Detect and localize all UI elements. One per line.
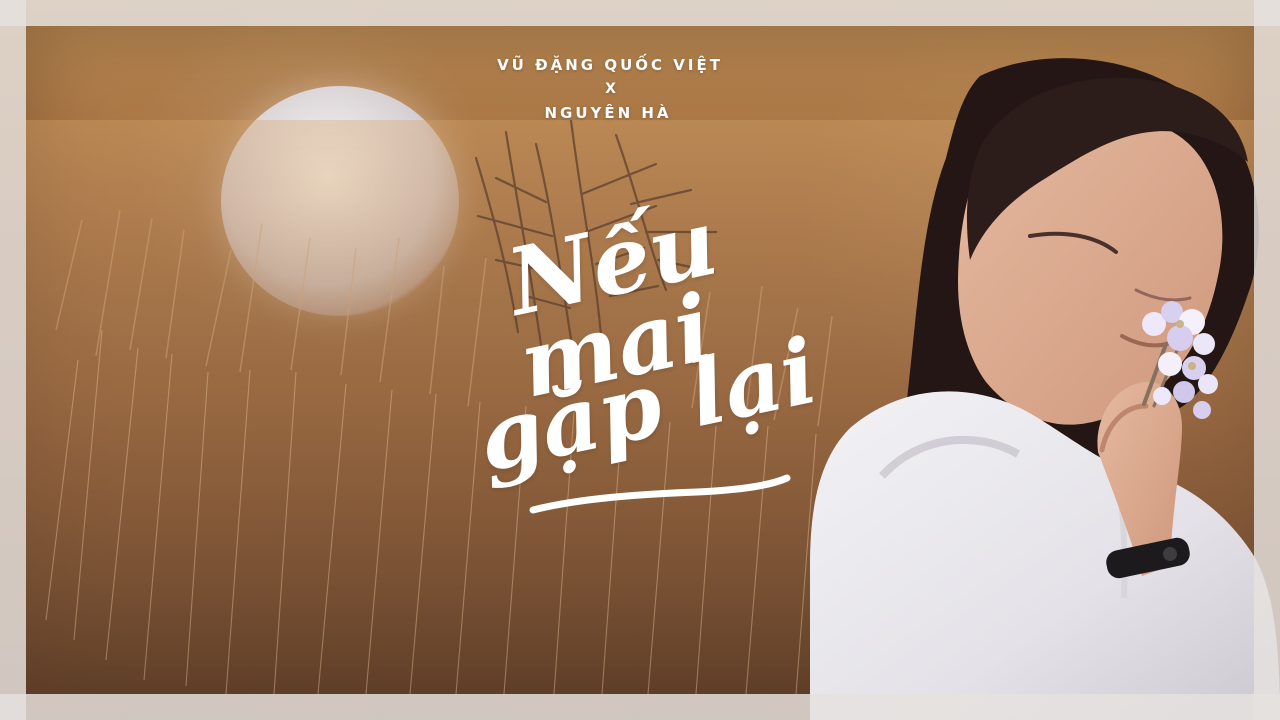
- girl-with-flowers: [810, 58, 1280, 720]
- music-cover-artwork: VŨ ĐẶNG QUỐC VIỆT X NGUYÊN HÀ Nếu mai gặ…: [0, 0, 1280, 720]
- title-underline-swash: [529, 474, 791, 514]
- artist-credit-line-2: NGUYÊN HÀ: [544, 104, 672, 122]
- artist-credit-line-1: VŨ ĐẶNG QUỐC VIỆT: [497, 56, 723, 74]
- artist-credit-separator: X: [605, 81, 617, 97]
